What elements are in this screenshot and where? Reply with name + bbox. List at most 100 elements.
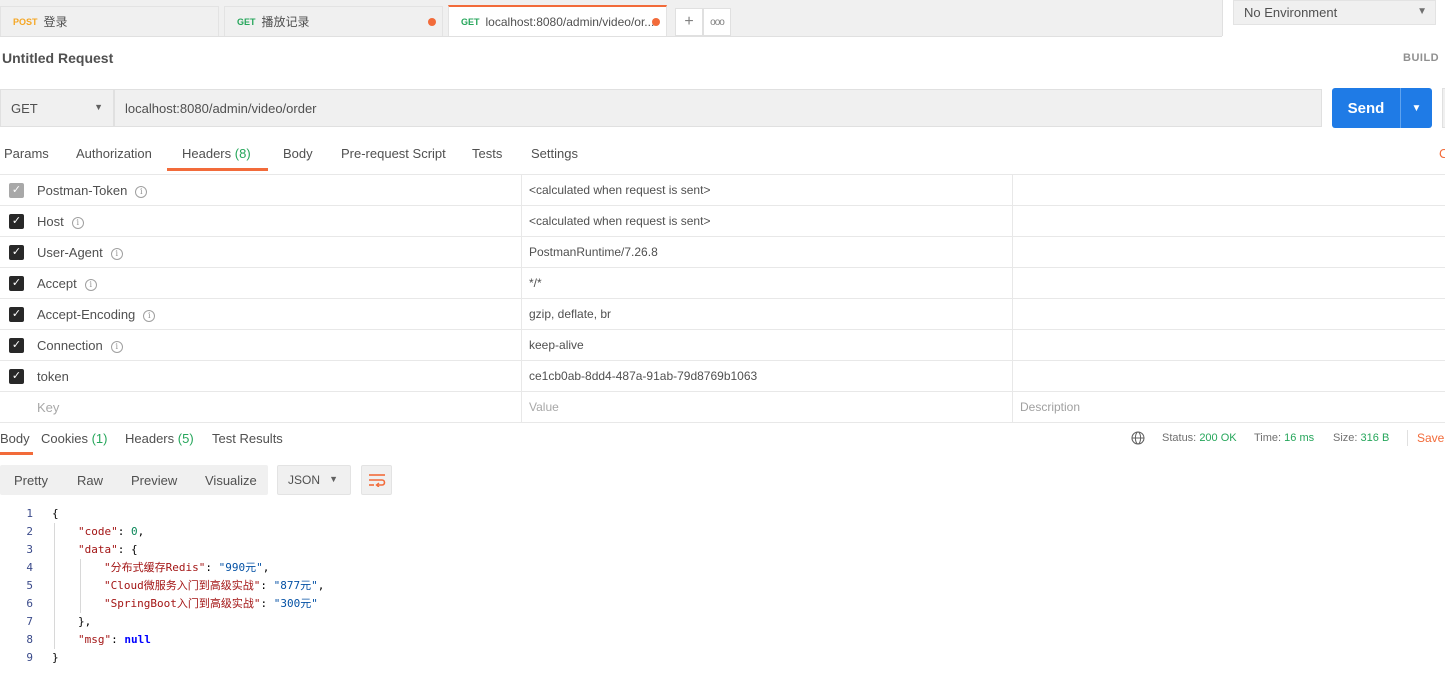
checkbox[interactable]: ✓ [9,307,24,322]
tab-headers-count: (8) [234,146,251,161]
plus-icon: + [684,13,694,30]
tab-headers[interactable]: Headers (8) [182,146,251,161]
new-value-input[interactable]: Value [529,400,559,414]
view-visualize[interactable]: Visualize [205,473,257,488]
line-number: 2 [26,525,33,538]
response-body-code[interactable]: 1 2 3 4 5 6 7 8 9 { "code": 0, "data": {… [0,505,700,685]
tab-settings[interactable]: Settings [531,146,578,161]
checkbox[interactable]: ✓ [9,369,24,384]
header-key[interactable]: Host i [37,214,84,229]
tab-video-order[interactable]: GET localhost:8080/admin/video/or... [448,5,667,36]
tab-method: POST [13,16,38,27]
info-icon[interactable]: i [135,186,148,198]
wrap-lines-button[interactable] [361,465,392,495]
checkbox[interactable]: ✓ [9,183,24,198]
tab-play-history[interactable]: GET 播放记录 [224,6,443,36]
line-number: 1 [26,507,33,520]
caret-down-icon: ▼ [329,474,338,484]
new-key-input[interactable]: Key [37,400,59,415]
header-key[interactable]: User-Agent i [37,245,123,260]
code-line: } [52,651,59,664]
format-label: JSON [288,473,321,487]
new-description-input[interactable]: Description [1020,400,1080,414]
code-line: "分布式缓存Redis": "990元", [104,561,270,574]
tab-pre-request-script[interactable]: Pre-request Script [341,146,446,161]
checkbox[interactable]: ✓ [9,245,24,260]
send-options-button[interactable]: ▼ [1400,88,1432,128]
table-row: ✓ Connection i keep-alive [0,330,1445,361]
response-tab-headers[interactable]: Headers (5) [125,431,194,446]
save-response-button[interactable]: Save [1417,431,1444,445]
table-row: ✓ Accept i */* [0,268,1445,299]
tab-login[interactable]: POST 登录 [0,6,219,36]
code-line: "Cloud微服务入门到高级实战": "877元", [104,579,325,592]
cookies-link[interactable]: C [1439,146,1445,161]
more-icon: ooo [710,16,725,28]
tab-params[interactable]: Params [4,146,49,161]
view-preview[interactable]: Preview [131,473,177,488]
response-tab-body[interactable]: Body [0,431,30,446]
checkbox[interactable]: ✓ [9,338,24,353]
format-select[interactable]: JSON ▼ [277,465,351,495]
environment-select[interactable]: No Environment ▼ [1233,0,1436,25]
header-value[interactable]: gzip, deflate, br [529,307,611,321]
line-number: 6 [26,597,33,610]
header-value[interactable]: <calculated when request is sent> [529,214,710,228]
response-tab-cookies-count: (1) [91,431,108,446]
header-value[interactable]: <calculated when request is sent> [529,183,710,197]
send-button[interactable]: Send [1332,88,1400,128]
table-row: ✓ User-Agent i PostmanRuntime/7.26.8 [0,237,1445,268]
header-value[interactable]: keep-alive [529,338,584,352]
globe-icon[interactable] [1131,431,1145,445]
header-value[interactable]: PostmanRuntime/7.26.8 [529,245,658,259]
caret-down-icon: ▼ [1417,6,1427,17]
header-key[interactable]: token [37,369,69,384]
info-icon[interactable]: i [71,217,84,229]
view-raw[interactable]: Raw [77,473,103,488]
header-value[interactable]: */* [529,276,542,290]
line-number: 9 [26,651,33,664]
divider [1407,430,1408,446]
info-icon[interactable]: i [110,341,123,353]
url-input[interactable]: localhost:8080/admin/video/order [114,89,1322,127]
header-value[interactable]: ce1cb0ab-8dd4-487a-91ab-79d8769b1063 [529,369,757,383]
response-status[interactable]: Status: 200 OK [1162,432,1237,444]
code-line: { [52,507,59,520]
response-tab-test-results[interactable]: Test Results [212,431,283,446]
environment-label: No Environment [1244,5,1338,20]
info-icon[interactable]: i [143,310,156,322]
new-tab-button[interactable]: + [675,8,703,36]
request-title[interactable]: Untitled Request [2,50,113,66]
view-pretty[interactable]: Pretty [14,473,48,488]
active-response-tab-underline [0,452,33,455]
line-number: 5 [26,579,33,592]
tab-authorization[interactable]: Authorization [76,146,152,161]
response-tab-headers-label: Headers [125,431,175,446]
response-size[interactable]: Size: 316 B [1333,432,1389,444]
table-row-new: Key Value Description [0,392,1445,423]
code-line: }, [78,615,92,628]
header-key[interactable]: Connection i [37,338,123,353]
table-row: ✓ token ce1cb0ab-8dd4-487a-91ab-79d8769b… [0,361,1445,392]
tab-title: 登录 [43,15,68,29]
method-select[interactable]: GET ▼ [0,89,114,127]
table-row: ✓ Accept-Encoding i gzip, deflate, br [0,299,1445,330]
line-number: 7 [26,615,33,628]
tab-body[interactable]: Body [283,146,313,161]
status-value: 200 OK [1199,432,1237,444]
checkbox[interactable]: ✓ [9,214,24,229]
header-key[interactable]: Accept i [37,276,97,291]
line-number: 4 [26,561,33,574]
response-tab-cookies[interactable]: Cookies (1) [41,431,107,446]
header-key[interactable]: Accept-Encoding i [37,307,156,322]
tab-options-button[interactable]: ooo [703,8,731,36]
info-icon[interactable]: i [84,279,97,291]
info-icon[interactable]: i [110,248,123,260]
checkbox[interactable]: ✓ [9,276,24,291]
size-label: Size: [1333,432,1358,444]
tab-tests[interactable]: Tests [472,146,502,161]
build-label[interactable]: BUILD [1403,52,1439,64]
header-key[interactable]: Postman-Token i [37,183,148,198]
time-value: 16 ms [1284,432,1315,444]
response-time[interactable]: Time: 16 ms [1254,432,1314,444]
